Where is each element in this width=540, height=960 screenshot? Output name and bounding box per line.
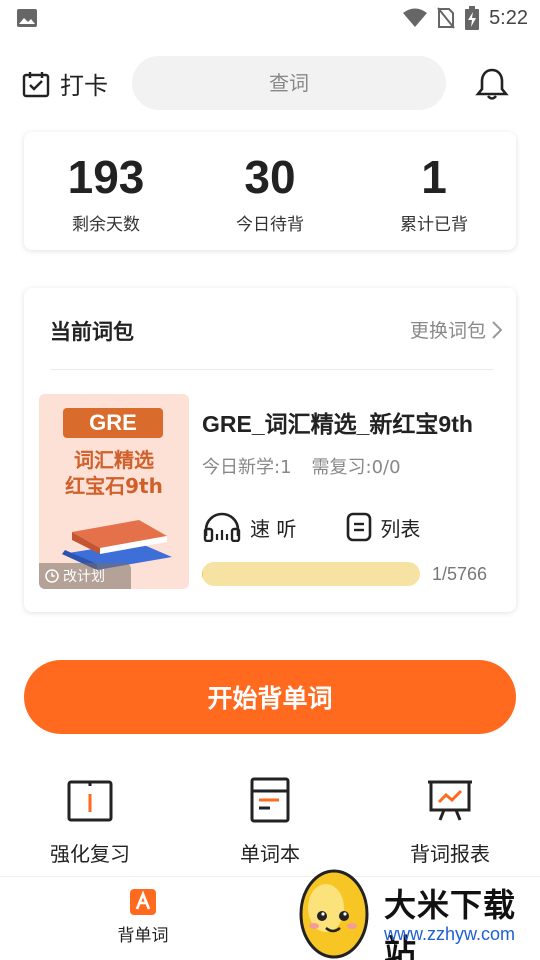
search-input[interactable]	[132, 70, 446, 96]
stat-value: 1	[421, 151, 447, 203]
stat-total-learned: 1 累计已背	[352, 132, 516, 250]
calendar-check-icon	[22, 71, 50, 97]
checkin-button[interactable]: 打卡	[22, 66, 108, 101]
pack-cover[interactable]: GRE 词汇精选 红宝石9th 改计划	[39, 394, 189, 589]
tool-intensive-review[interactable]: 强化复习	[0, 776, 180, 867]
nav-label: 背单词	[117, 926, 169, 946]
wifi-icon	[403, 8, 428, 27]
clock: 5:22	[489, 6, 528, 29]
tool-label: 强化复习	[50, 842, 130, 866]
progress-fill	[202, 562, 203, 586]
pack-actions: 速 听 列表	[202, 512, 420, 542]
a-letter-icon	[130, 889, 156, 915]
tool-label: 背词报表	[410, 842, 490, 866]
headphones-icon	[203, 512, 241, 542]
list-icon	[347, 512, 372, 542]
stat-value: 30	[244, 151, 296, 203]
stat-value: 193	[67, 151, 145, 203]
start-learning-button[interactable]: 开始背单词	[24, 660, 516, 734]
tool-notebook[interactable]: 单词本	[180, 776, 360, 867]
divider	[50, 369, 494, 370]
watermark-site: www.zzhyw.com	[384, 924, 516, 944]
bell-icon[interactable]	[474, 66, 510, 102]
word-list-button[interactable]: 列表	[346, 512, 420, 542]
cover-title-line1: 词汇精选	[74, 448, 154, 472]
pack-header: 当前词包	[50, 320, 134, 344]
cover-title-line2: 红宝石9th	[65, 474, 163, 498]
status-icons: 5:22	[403, 6, 528, 30]
image-icon	[17, 9, 37, 27]
change-plan-button[interactable]: 改计划	[39, 563, 131, 589]
stat-today-pending: 30 今日待背	[188, 132, 352, 250]
chart-board-icon	[428, 780, 472, 821]
quick-listen-button[interactable]: 速 听	[202, 512, 296, 542]
battery-charging-icon	[465, 6, 480, 30]
books-illustration	[62, 520, 172, 570]
change-pack-link[interactable]: 更换词包	[410, 316, 502, 343]
tool-report[interactable]: 背词报表	[360, 776, 540, 867]
word-list-label: 列表	[380, 516, 421, 541]
egg-mascot-icon	[299, 869, 369, 959]
notebook-icon	[250, 777, 290, 823]
stat-label: 今日待背	[236, 215, 304, 235]
pack-name: GRE_词汇精选_新红宝9th	[202, 411, 473, 437]
no-sim-icon	[437, 7, 455, 29]
stat-remaining-days: 193 剩余天数	[24, 132, 188, 250]
watermark-brand: 大米下载站	[384, 886, 517, 960]
watermark: 大米下载站 www.zzhyw.com	[296, 864, 540, 960]
tool-label: 单词本	[240, 842, 300, 866]
clock-icon	[45, 569, 59, 583]
search-box[interactable]	[132, 56, 446, 110]
change-plan-label: 改计划	[63, 569, 105, 585]
top-bar: 打卡	[0, 56, 540, 112]
progress-bar	[202, 562, 420, 586]
app-screen: 5:22 打卡 193 剩余天数 30 今日待背	[0, 0, 540, 960]
tools-row: 强化复习 单词本 背词报表	[0, 776, 540, 867]
pack-meta: 今日新学:1 需复习:0/0	[202, 453, 401, 479]
chevron-right-icon	[492, 320, 502, 339]
progress-text: 1/5766	[432, 564, 488, 584]
review-book-icon	[67, 780, 113, 822]
stats-card: 193 剩余天数 30 今日待背 1 累计已背	[24, 132, 516, 250]
cover-badge: GRE	[63, 408, 163, 438]
stat-label: 累计已背	[400, 215, 468, 235]
status-bar: 5:22	[0, 0, 540, 36]
stat-label: 剩余天数	[72, 215, 140, 235]
checkin-label: 打卡	[60, 72, 108, 100]
current-pack-card: 当前词包 更换词包 GRE 词汇精选 红宝石9th 改计划 GRE_词汇精选_新…	[24, 288, 516, 612]
quick-listen-label: 速 听	[250, 516, 297, 541]
nav-item-learn[interactable]: 背单词	[100, 889, 186, 946]
change-pack-label: 更换词包	[409, 320, 486, 342]
new-today: 今日新学:1	[202, 457, 292, 478]
review-count: 需复习:0/0	[311, 457, 401, 478]
